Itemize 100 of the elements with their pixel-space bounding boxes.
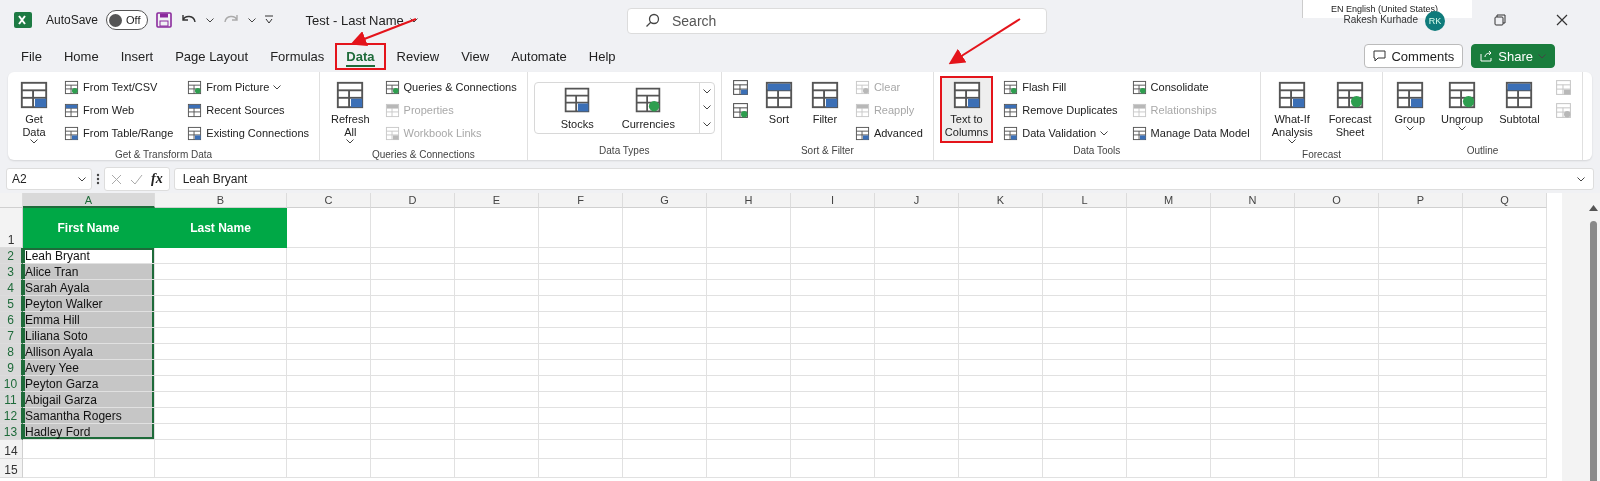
ribbon-button[interactable]: Consolidate (1127, 76, 1254, 98)
column-header[interactable]: D (371, 193, 455, 208)
caret-icon (1288, 139, 1297, 144)
search-field[interactable]: Search (627, 8, 1047, 34)
row-header[interactable]: 12 (0, 408, 23, 424)
customize-icon[interactable] (263, 15, 274, 25)
ribbon-tab[interactable]: Help (577, 42, 627, 70)
column-header[interactable]: K (959, 193, 1043, 208)
ribbon-button[interactable]: Queries & Connections (380, 76, 521, 98)
row-header[interactable]: 1 (0, 208, 23, 248)
column-header[interactable]: A (23, 193, 155, 208)
row-header[interactable]: 8 (0, 344, 23, 360)
sheet-icon (187, 79, 203, 95)
ribbon-button[interactable]: Get Data (14, 76, 54, 148)
ribbon-button[interactable]: What-If Analysis (1266, 76, 1318, 148)
column-header[interactable]: N (1211, 193, 1295, 208)
ribbon-button[interactable]: Recent Sources (183, 99, 314, 121)
ribbon-button[interactable]: Text to Columns (939, 76, 994, 143)
column-header[interactable]: C (287, 193, 371, 208)
close-icon[interactable] (1556, 14, 1568, 26)
row-header[interactable]: 5 (0, 296, 23, 312)
column-header[interactable]: O (1295, 193, 1379, 208)
ribbon-button[interactable]: Data Validation (999, 122, 1122, 144)
share-button[interactable]: Share (1471, 44, 1555, 68)
ribbon-button[interactable]: Ungroup (1436, 76, 1489, 135)
column-header[interactable]: P (1379, 193, 1463, 208)
ribbon-button[interactable]: From Table/Range (60, 122, 178, 144)
ribbon-button[interactable]: Remove Duplicates (999, 99, 1122, 121)
row-header[interactable]: 4 (0, 280, 23, 296)
column-header[interactable]: F (539, 193, 623, 208)
comments-button[interactable]: Comments (1364, 44, 1464, 68)
column-header[interactable]: E (455, 193, 539, 208)
ribbon-button[interactable]: Refresh All (326, 76, 375, 148)
formula-input[interactable]: Leah Bryant (173, 168, 1594, 190)
excel-logo-icon (14, 11, 32, 29)
row-header[interactable]: 9 (0, 360, 23, 376)
ribbon-button[interactable]: Advanced (850, 122, 927, 144)
column-header[interactable]: L (1043, 193, 1127, 208)
sheet-icon (1131, 125, 1147, 141)
ribbon-tab[interactable]: Home (52, 42, 110, 70)
column-header[interactable]: G (623, 193, 707, 208)
sheet-icon (731, 78, 749, 96)
row-header[interactable]: 11 (0, 392, 23, 408)
ribbon-button[interactable]: Group (1389, 76, 1430, 135)
row-header[interactable]: 14 (0, 440, 23, 459)
gallery-item[interactable]: Currencies (609, 86, 687, 130)
ribbon-button[interactable]: Subtotal (1494, 76, 1545, 130)
table-cell: Sarah Ayala (23, 280, 155, 296)
ribbon-button[interactable]: Forecast Sheet (1323, 76, 1377, 143)
row-header[interactable]: 7 (0, 328, 23, 344)
scrollbar-thumb[interactable] (1590, 221, 1597, 481)
ribbon-tab[interactable]: Review (385, 42, 451, 70)
table-cell: Leah Bryant (23, 248, 155, 264)
row-header[interactable]: 6 (0, 312, 23, 328)
ribbon-tab[interactable]: File (10, 42, 53, 70)
group-label: Sort & Filter (799, 144, 855, 158)
restore-icon[interactable] (1494, 14, 1506, 26)
ribbon-tab[interactable]: View (450, 42, 501, 70)
insert-function-button[interactable]: fx (151, 171, 163, 187)
column-header[interactable]: J (875, 193, 959, 208)
gallery-item[interactable]: Stocks (548, 86, 606, 130)
row-header[interactable]: 10 (0, 376, 23, 392)
column-header[interactable]: Q (1463, 193, 1547, 208)
ribbon-tab[interactable]: Insert (109, 42, 165, 70)
ribbon-tab[interactable]: Data (335, 42, 386, 70)
ribbon-tab[interactable]: Page Layout (164, 42, 260, 70)
ribbon-button[interactable]: From Text/CSV (60, 76, 178, 98)
column-header[interactable]: I (791, 193, 875, 208)
vertical-scrollbar[interactable] (1562, 193, 1600, 481)
user-avatar[interactable]: RK (1425, 11, 1445, 31)
ribbon-button[interactable]: Filter (804, 76, 845, 130)
ribbon-button[interactable]: Flash Fill (999, 76, 1122, 98)
sheet-icon (1504, 80, 1535, 110)
row-header[interactable]: 15 (0, 459, 23, 478)
more-options-icon[interactable] (96, 173, 100, 185)
caret-icon (409, 17, 418, 23)
table-cell: Alice Tran (23, 264, 155, 280)
name-box[interactable]: A2 (6, 168, 92, 190)
ribbon-button[interactable]: Existing Connections (183, 122, 314, 144)
ribbon-tab[interactable]: Automate (500, 42, 578, 70)
row-header[interactable]: 13 (0, 424, 23, 440)
row-header[interactable]: 2 (0, 248, 23, 264)
column-header[interactable]: H (707, 193, 791, 208)
save-icon[interactable] (155, 12, 172, 28)
check-icon[interactable] (130, 173, 143, 185)
column-header[interactable]: M (1127, 193, 1211, 208)
ribbon-button[interactable]: From Picture (183, 76, 314, 98)
group-label: Queries & Connections (370, 148, 476, 162)
table-cell: Emma Hill (23, 312, 155, 328)
row-header[interactable]: 3 (0, 264, 23, 280)
column-title: Last Name (155, 208, 287, 248)
expand-icon (1577, 176, 1585, 182)
column-header[interactable]: B (155, 193, 287, 208)
ribbon-button[interactable]: Manage Data Model (1127, 122, 1254, 144)
ribbon-button[interactable]: From Web (60, 99, 178, 121)
ribbon-button[interactable]: Sort (758, 76, 799, 130)
document-title[interactable]: Test - Last Name (305, 12, 418, 28)
autosave-toggle[interactable]: Off (106, 10, 148, 30)
ribbon-tab[interactable]: Formulas (259, 42, 336, 70)
sheet-icon (731, 101, 749, 119)
